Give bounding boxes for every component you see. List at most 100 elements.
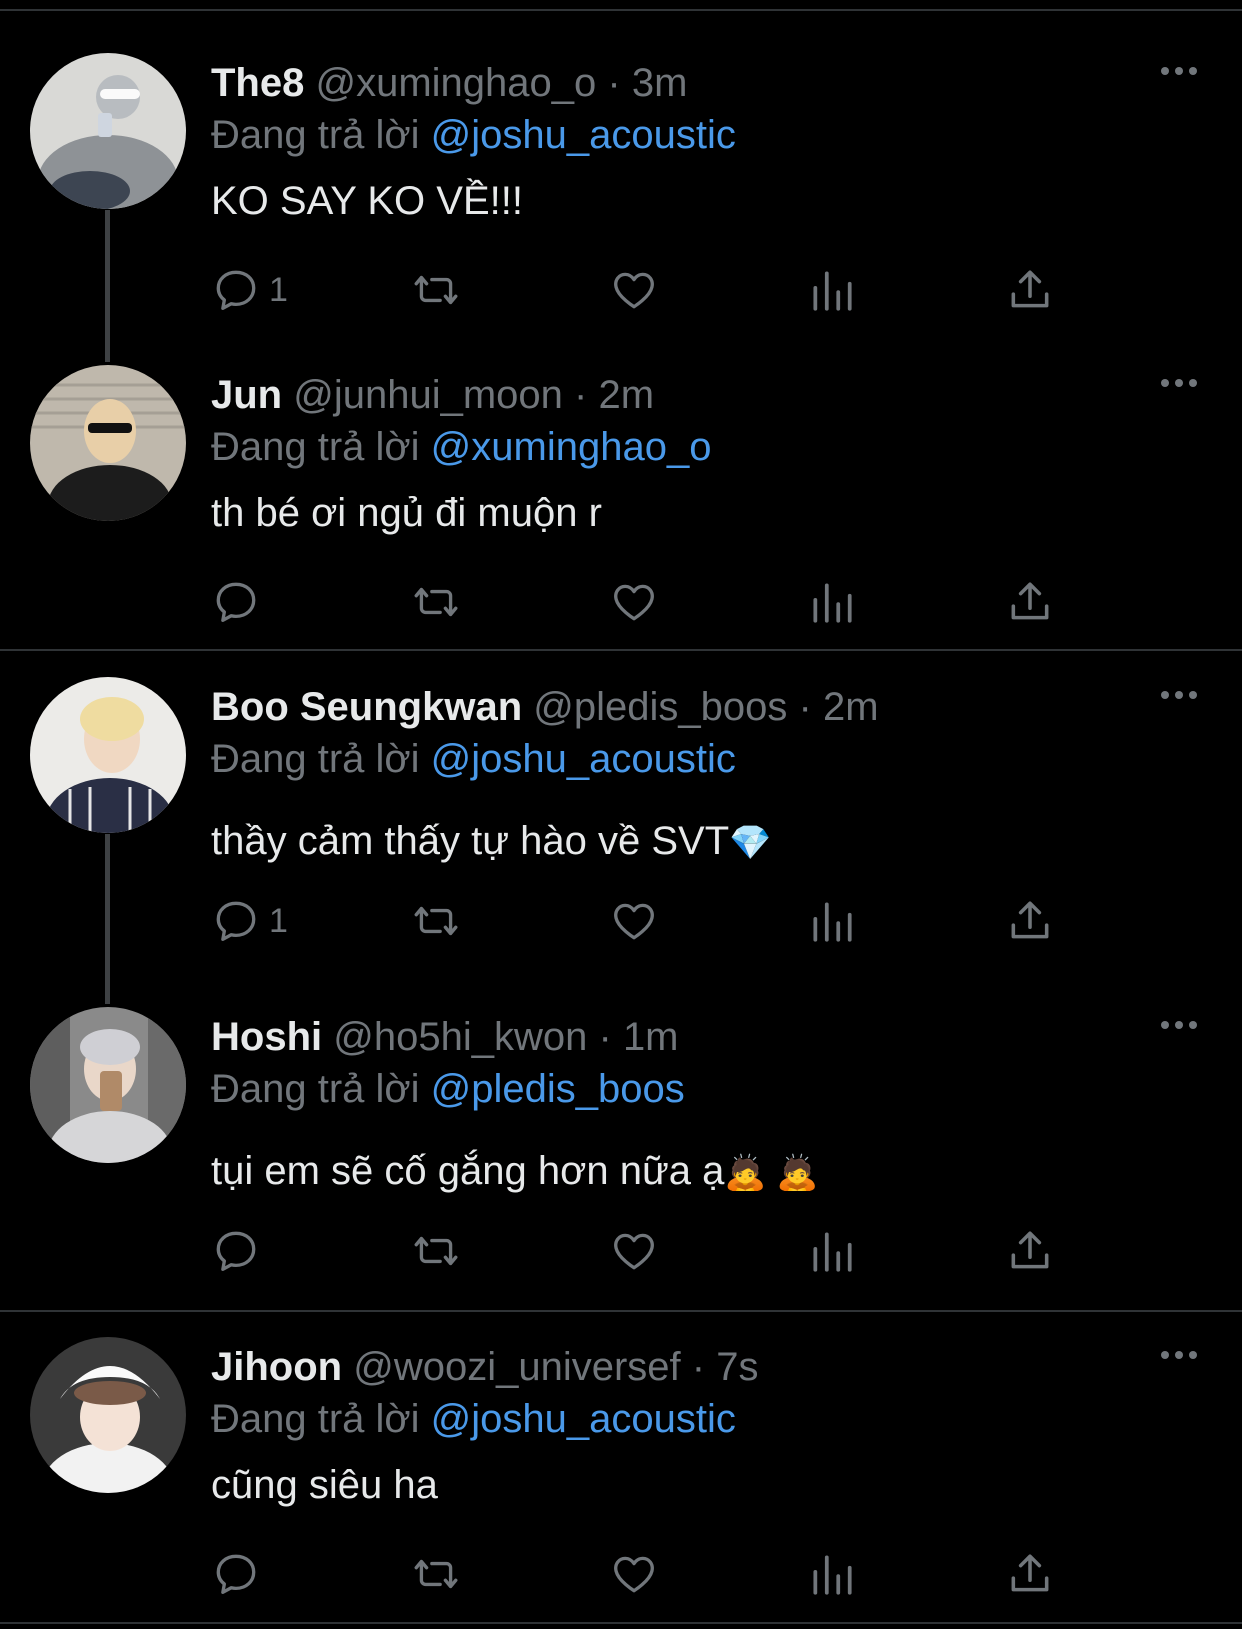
reply-icon	[216, 270, 256, 310]
tweet-header: Boo Seungkwan @pledis_boos · 2m	[211, 681, 879, 733]
tweet-text: KO SAY KO VỀ!!!	[211, 179, 523, 223]
heart-icon	[614, 584, 654, 621]
views-button[interactable]	[807, 1225, 857, 1277]
retweet-button[interactable]	[411, 576, 461, 628]
user-handle[interactable]: @junhui_moon	[293, 373, 563, 417]
tweet-text: th bé ơi ngủ đi muộn r	[211, 491, 602, 535]
thread-divider	[0, 649, 1242, 651]
reply-button[interactable]: 1	[211, 264, 288, 316]
display-name[interactable]: The8	[211, 61, 304, 105]
user-handle[interactable]: @xuminghao_o	[315, 61, 596, 105]
mention-link[interactable]: @joshu_acoustic	[431, 737, 736, 781]
retweet-icon	[414, 906, 458, 936]
replying-to-label: Đang trả lời	[211, 1067, 420, 1111]
timestamp[interactable]: 2m	[823, 685, 879, 729]
views-button[interactable]	[807, 264, 857, 316]
user-handle[interactable]: @ho5hi_kwon	[333, 1015, 587, 1059]
retweet-button[interactable]	[411, 1225, 461, 1277]
share-button[interactable]	[1005, 1225, 1055, 1277]
views-button[interactable]	[807, 1548, 857, 1600]
replying-to: Đang trả lời @xuminghao_o	[211, 421, 711, 473]
heart-icon	[614, 1233, 654, 1270]
share-button[interactable]	[1005, 1548, 1055, 1600]
share-button[interactable]	[1005, 576, 1055, 628]
thread-divider	[0, 1310, 1242, 1312]
share-icon	[1011, 901, 1049, 939]
views-icon	[813, 271, 852, 311]
like-button[interactable]	[609, 1225, 659, 1277]
share-button[interactable]	[1005, 895, 1055, 947]
mention-link[interactable]: @pledis_boos	[431, 1067, 685, 1111]
more-icon[interactable]	[1160, 1019, 1198, 1031]
views-icon	[813, 902, 852, 942]
avatar[interactable]	[30, 1007, 186, 1163]
reply-count: 1	[269, 901, 288, 940]
action-bar	[211, 1548, 1091, 1600]
reply-button[interactable]	[211, 1548, 261, 1600]
share-icon	[1011, 1554, 1049, 1592]
timestamp[interactable]: 2m	[599, 373, 655, 417]
like-button[interactable]	[609, 1548, 659, 1600]
thread-connector	[105, 210, 110, 362]
share-button[interactable]	[1005, 264, 1055, 316]
views-button[interactable]	[807, 576, 857, 628]
reply-button[interactable]	[211, 576, 261, 628]
retweet-button[interactable]	[411, 264, 461, 316]
replying-to: Đang trả lời @joshu_acoustic	[211, 109, 736, 161]
retweet-icon	[414, 1236, 458, 1266]
display-name[interactable]: Boo Seungkwan	[211, 685, 522, 729]
tweet-text: cũng siêu ha	[211, 1463, 438, 1507]
like-button[interactable]	[609, 576, 659, 628]
more-icon[interactable]	[1160, 65, 1198, 77]
retweet-icon	[414, 1559, 458, 1589]
mention-link[interactable]: @joshu_acoustic	[431, 1397, 736, 1441]
display-name[interactable]: Jun	[211, 373, 282, 417]
action-bar: 1	[211, 895, 1091, 947]
tweet-text: thầy cảm thấy tự hào về SVT💎	[211, 815, 771, 869]
heart-icon	[614, 903, 654, 940]
more-icon[interactable]	[1160, 1349, 1198, 1361]
user-handle[interactable]: @pledis_boos	[533, 685, 787, 729]
like-button[interactable]	[609, 264, 659, 316]
display-name[interactable]: Hoshi	[211, 1015, 322, 1059]
more-icon[interactable]	[1160, 689, 1198, 701]
replying-to: Đang trả lời @pledis_boos	[211, 1063, 685, 1115]
action-bar	[211, 576, 1091, 628]
tweet-header: Jun @junhui_moon · 2m	[211, 369, 654, 421]
gem-emoji: 💎	[729, 824, 772, 862]
reply-button[interactable]	[211, 1225, 261, 1277]
avatar[interactable]	[30, 53, 186, 209]
reply-count: 1	[269, 270, 288, 309]
replying-to-label: Đang trả lời	[211, 1397, 420, 1441]
separator-dot: ·	[798, 685, 812, 729]
avatar[interactable]	[30, 677, 186, 833]
action-bar	[211, 1225, 1091, 1277]
tweet-text-content: thầy cảm thấy tự hào về SVT	[211, 819, 730, 863]
timestamp[interactable]: 7s	[716, 1345, 758, 1389]
mention-link[interactable]: @xuminghao_o	[431, 425, 712, 469]
retweet-button[interactable]	[411, 895, 461, 947]
display-name[interactable]: Jihoon	[211, 1345, 342, 1389]
thread-connector	[105, 834, 110, 1004]
timestamp[interactable]: 3m	[632, 61, 688, 105]
views-button[interactable]	[807, 895, 857, 947]
retweet-button[interactable]	[411, 1548, 461, 1600]
replying-to-label: Đang trả lời	[211, 425, 420, 469]
bottom-divider	[0, 1622, 1242, 1624]
user-handle[interactable]: @woozi_universef	[353, 1345, 680, 1389]
top-divider	[0, 9, 1242, 11]
more-icon[interactable]	[1160, 377, 1198, 389]
timestamp[interactable]: 1m	[623, 1015, 679, 1059]
action-bar: 1	[211, 264, 1091, 316]
mention-link[interactable]: @joshu_acoustic	[431, 113, 736, 157]
reply-button[interactable]: 1	[211, 895, 288, 947]
share-icon	[1011, 582, 1049, 620]
avatar[interactable]	[30, 365, 186, 521]
retweet-icon	[414, 275, 458, 305]
replying-to-label: Đang trả lời	[211, 113, 420, 157]
avatar[interactable]	[30, 1337, 186, 1493]
like-button[interactable]	[609, 895, 659, 947]
share-icon	[1011, 1231, 1049, 1269]
tweet-header: Jihoon @woozi_universef · 7s	[211, 1341, 758, 1393]
reply-icon	[216, 901, 256, 941]
